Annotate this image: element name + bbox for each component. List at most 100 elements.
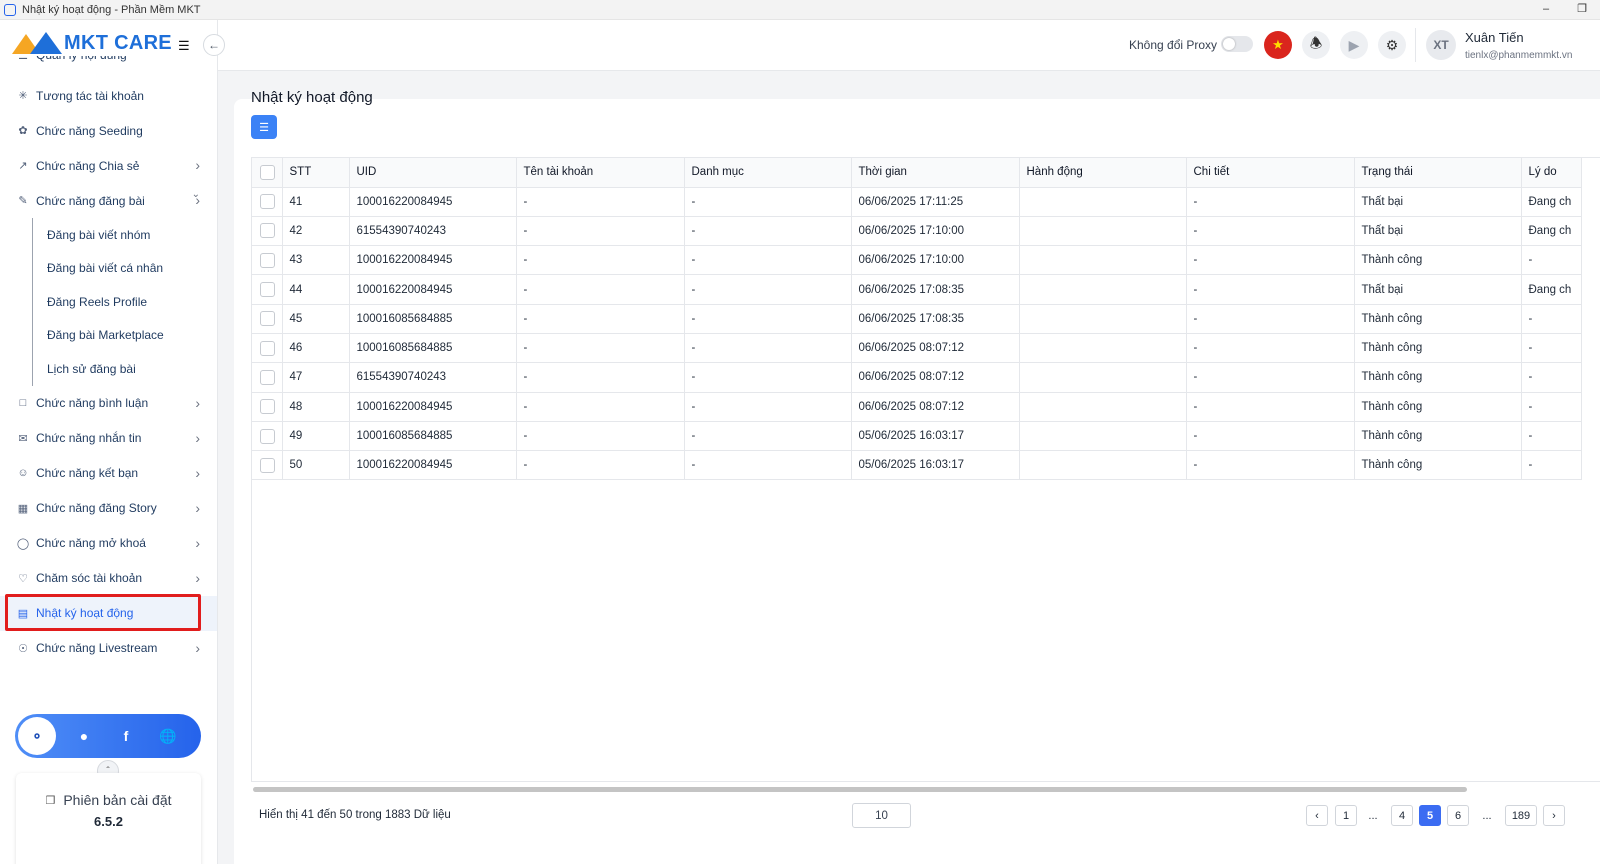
brand-logo[interactable]: MKT CARE [12, 28, 172, 58]
cell-hanh-dong [1019, 274, 1187, 305]
row-checkbox[interactable] [260, 340, 275, 356]
sidebar-subitem-dang-reels-profile[interactable]: Đăng Reels Profile [0, 285, 217, 319]
chevron-right-icon: › [195, 464, 200, 481]
sidebar-item-label: Chức năng Chia sẻ [36, 158, 140, 173]
row-checkbox[interactable] [260, 369, 275, 385]
sidebar-item-chuc-nang-livestream[interactable]: ☉ Chức năng Livestream › [0, 631, 217, 666]
sidebar-item-cham-soc-tai-khoan[interactable]: ♡ Chăm sóc tài khoản › [0, 561, 217, 596]
active-item-highlight-box [5, 594, 201, 631]
column-header-hanh-dong[interactable]: Hành động [1019, 158, 1187, 188]
play-circle-icon[interactable]: ▶ [1340, 31, 1368, 59]
cell-ly-do: - [1521, 421, 1582, 452]
proxy-toggle[interactable] [1221, 36, 1253, 52]
table-row[interactable]: 48 100016220084945- -06/06/2025 08:07:12- T… [252, 392, 1582, 422]
horizontal-scrollbar[interactable] [253, 787, 1467, 792]
pagination-info: Hiển thị 41 đến 50 trong 1883 Dữ liệu [259, 809, 451, 821]
sidebar-item-chuc-nang-mo-khoa[interactable]: ◯ Chức năng mở khoá › [0, 526, 217, 561]
sidebar-item-chuc-nang-dang-story[interactable]: ▦ Chức năng đăng Story › [0, 491, 217, 526]
avatar[interactable]: XT [1426, 30, 1456, 60]
table-row[interactable]: 45 100016085684885- -06/06/2025 17:08:35- T… [252, 304, 1582, 334]
row-checkbox[interactable] [260, 428, 275, 444]
pagination-page-button[interactable]: 1 [1335, 805, 1357, 826]
seeding-icon: ✿ [18, 125, 28, 137]
row-checkbox[interactable] [260, 457, 275, 473]
table-row[interactable]: 41 100016220084945- -06/06/2025 17:11:25- T… [252, 187, 1582, 217]
cell-thoi-gian: 06/06/2025 08:07:12 [851, 392, 1020, 422]
page-size-select[interactable]: 10 [852, 803, 911, 828]
table-row[interactable]: 43 100016220084945- -06/06/2025 17:10:00- T… [252, 245, 1582, 276]
pagination-next-button[interactable]: › [1543, 805, 1565, 826]
sidebar-item-chuc-nang-ket-ban[interactable]: ☺ Chức năng kết bạn › [0, 456, 217, 491]
table-row[interactable]: 47 61554390740243- -06/06/2025 08:07:12- Th… [252, 362, 1582, 393]
pagination-page-button[interactable]: 4 [1391, 805, 1413, 826]
table-row[interactable]: 50 100016220084945- -05/06/2025 16:03:17- T… [252, 450, 1582, 481]
pagination-page-button[interactable]: 6 [1447, 805, 1469, 826]
user-name: Xuân Tiến [1465, 30, 1524, 45]
website-globe-icon[interactable]: 🌐 [149, 717, 187, 755]
column-header-thoi-gian[interactable]: Thời gian [851, 158, 1020, 188]
sidebar-subitem-dang-bai-viet-ca-nhan[interactable]: Đăng bài viết cá nhân [0, 251, 217, 286]
sidebar-item-chuc-nang-nhan-tin[interactable]: ✉ Chức năng nhắn tin › [0, 421, 217, 456]
row-select-cell [252, 274, 283, 305]
hamburger-menu-icon[interactable]: ☰ [178, 38, 190, 54]
column-header-danh-muc[interactable]: Danh mục [684, 158, 852, 188]
chevron-down-icon: ⌄ [191, 189, 200, 200]
table-row[interactable]: 42 61554390740243- -06/06/2025 17:10:00- Th… [252, 216, 1582, 247]
row-checkbox[interactable] [260, 252, 275, 268]
row-checkbox[interactable] [260, 194, 275, 210]
sidebar-item-label: Chức năng đăng bài [36, 193, 145, 208]
row-checkbox[interactable] [260, 399, 275, 415]
bell-icon[interactable]: 🕭 [1302, 31, 1330, 59]
cell-hanh-dong [1019, 362, 1187, 393]
row-checkbox[interactable] [260, 223, 275, 239]
table-row[interactable]: 49 100016085684885- -05/06/2025 16:03:17- T… [252, 421, 1582, 452]
column-header-chi-tiet[interactable]: Chi tiết [1186, 158, 1355, 188]
page-title: Nhật ký hoạt động [251, 89, 373, 106]
column-header-trang-thai[interactable]: Trạng thái [1354, 158, 1522, 188]
pagination-ellipsis: ... [1482, 809, 1492, 822]
cell-hanh-dong [1019, 304, 1187, 334]
filter-button[interactable]: ☰ [251, 115, 277, 139]
sidebar-subitem-dang-bai-viet-nhom[interactable]: Đăng bài viết nhóm [0, 218, 217, 252]
cell-trang-thai: Thành công [1354, 362, 1522, 393]
collapse-sidebar-button[interactable]: ← [203, 34, 225, 56]
version-card: ❒ Phiên bản cài đặt 6.5.2 [16, 773, 201, 864]
cell-ly-do: - [1521, 304, 1582, 334]
facebook-icon[interactable]: f [107, 717, 145, 755]
sidebar-item-tuong-tac-tai-khoan[interactable]: ✳ Tương tác tài khoản [0, 78, 217, 113]
vietnam-flag-icon[interactable]: ★ [1264, 31, 1292, 59]
version-label: Phiên bản cài đặt [63, 792, 172, 808]
sidebar-subitem-lich-su-dang-bai[interactable]: Lịch sử đăng bài [0, 352, 217, 386]
column-header-uid[interactable]: UID [349, 158, 517, 188]
sidebar-item-chuc-nang-binh-luan[interactable]: □ Chức năng bình luận › [0, 386, 217, 421]
select-all-checkbox[interactable] [260, 164, 275, 180]
row-select-cell [252, 304, 283, 334]
pagination-prev-button[interactable]: ‹ [1306, 805, 1328, 826]
cell-thoi-gian: 06/06/2025 17:11:25 [851, 187, 1020, 217]
pagination-page-button[interactable]: 5 [1419, 805, 1441, 826]
sidebar-item-chuc-nang-seeding[interactable]: ✿ Chức năng Seeding [0, 113, 217, 148]
cell-uid: 61554390740243 [349, 216, 517, 247]
gear-icon[interactable]: ⚙ [1378, 31, 1406, 59]
table-row[interactable]: 44 100016220084945- -06/06/2025 17:08:35- T… [252, 274, 1582, 305]
column-header-ten-tai-khoan[interactable]: Tên tài khoản [516, 158, 685, 188]
sidebar-item-label: Chức năng Seeding [36, 123, 143, 138]
zalo-icon[interactable]: ● [65, 717, 103, 755]
row-checkbox[interactable] [260, 282, 275, 298]
restore-button[interactable]: ❐ [1564, 0, 1600, 20]
cell-thoi-gian: 06/06/2025 17:08:35 [851, 274, 1020, 305]
pagination-page-button[interactable]: 189 [1505, 805, 1537, 826]
column-header-stt[interactable]: STT [282, 158, 350, 188]
sidebar-item-chuc-nang-dang-bai[interactable]: ✎ Chức năng đăng bài › ⌄ [0, 183, 217, 218]
support-chat-icon[interactable]: ⚬ [18, 717, 56, 755]
cell-danh-muc: - [684, 245, 852, 276]
cell-ten-tai-khoan: - [516, 216, 685, 247]
row-checkbox[interactable] [260, 311, 275, 327]
column-header-ly-do[interactable]: Lý do [1521, 158, 1582, 188]
table-row[interactable]: 46 100016085684885- -06/06/2025 08:07:12- T… [252, 333, 1582, 364]
sidebar-item-label: Chức năng bình luận [36, 396, 149, 410]
brand-name: MKT CARE [64, 31, 172, 54]
sidebar-item-chuc-nang-chia-se[interactable]: ↗ Chức năng Chia sẻ › [0, 148, 217, 183]
sidebar-subitem-dang-bai-marketplace[interactable]: Đăng bài Marketplace [0, 318, 217, 353]
minimize-button[interactable]: – [1528, 0, 1564, 20]
